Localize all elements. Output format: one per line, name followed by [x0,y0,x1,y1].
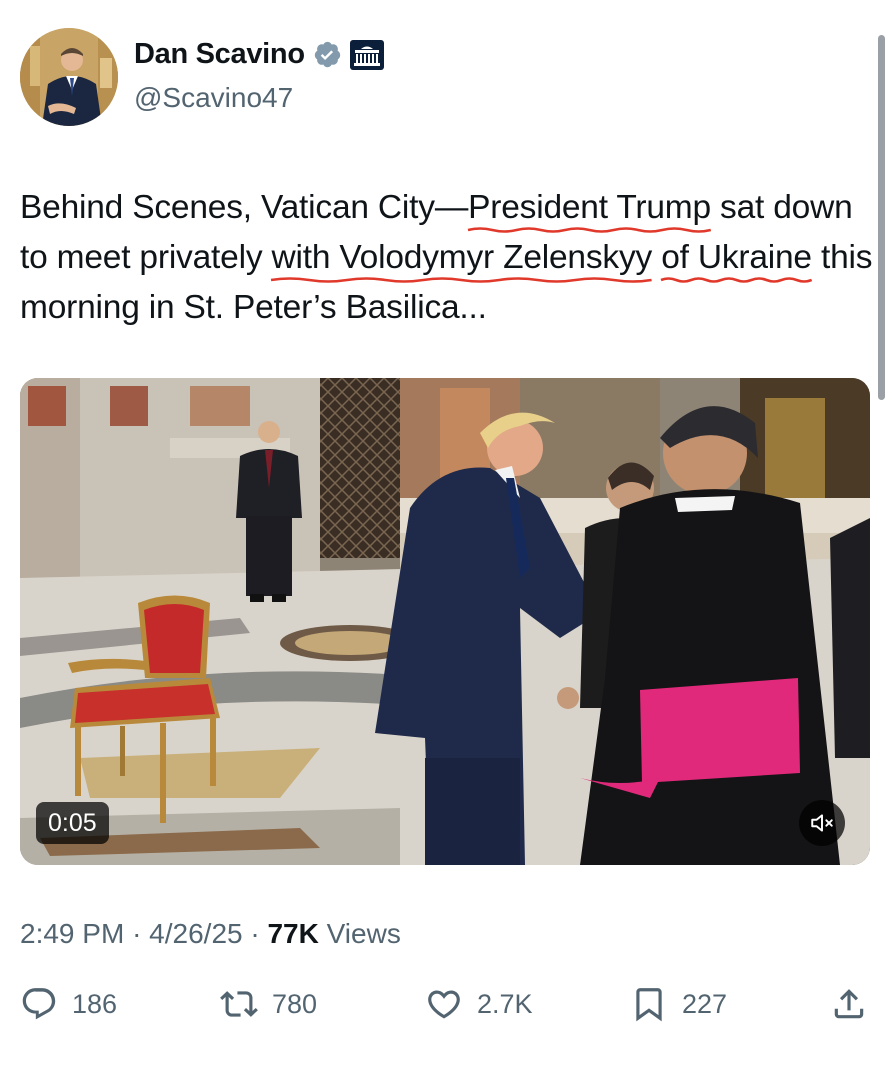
video-frame [20,378,870,865]
red-underline-mark [661,276,812,285]
bookmark-count: 227 [682,988,728,1019]
white-house-badge-icon [349,39,384,70]
tweet-text-segment: with Volodymyr Zelenskyy [271,239,653,276]
tweet-meta: 2:49 PM · 4/26/25 · 77K Views [20,918,401,950]
action-bar: 186 780 2.7K 227 [20,985,870,1035]
author-avatar[interactable] [20,28,118,126]
tweet-date[interactable]: 4/26/25 [149,918,242,949]
reply-icon [22,988,56,1020]
tweet-text-segment [652,239,661,276]
meta-separator: · [132,918,142,949]
author-name[interactable]: Dan Scavino [134,38,305,71]
tweet-text-segment: President Trump [468,189,711,226]
tweet-text-segment: of Ukraine [661,239,812,276]
bookmark-button[interactable]: 227 [630,985,727,1023]
views-label: Views [326,918,401,949]
tweet-text: Behind Scenes, Vatican City—President Tr… [20,183,875,333]
verified-badge-icon [314,41,340,68]
repost-icon [220,991,258,1017]
video-player[interactable] [20,378,870,865]
author-handle[interactable]: @Scavino47 [134,82,293,114]
underlined-zelenskyy: with Volodymyr Zelenskyy [271,239,652,276]
repost-count: 780 [272,988,318,1019]
reply-count: 186 [72,988,118,1019]
tweet-time[interactable]: 2:49 PM [20,918,124,949]
repost-button[interactable]: 780 [220,985,317,1023]
red-underline-mark [271,276,652,285]
like-button[interactable]: 2.7K [425,985,533,1023]
mute-button[interactable] [799,800,845,846]
share-icon [834,989,864,1019]
underlined-ukraine: of Ukraine [661,239,812,276]
views-count: 77K [267,918,319,949]
bookmark-icon [636,988,662,1022]
author-name-row: Dan Scavino [134,38,384,71]
like-count: 2.7K [477,988,533,1019]
heart-icon [428,990,460,1019]
speaker-muted-icon [811,814,833,832]
scrollbar[interactable] [878,35,885,400]
underlined-president-trump: President Trump [468,189,711,226]
reply-button[interactable]: 186 [20,985,117,1023]
video-timestamp: 0:05 [36,802,109,844]
meta-separator: · [250,918,260,949]
red-underline-mark [468,226,711,235]
tweet-text-segment: Behind Scenes, Vatican City— [20,189,469,226]
share-button[interactable] [830,985,868,1023]
